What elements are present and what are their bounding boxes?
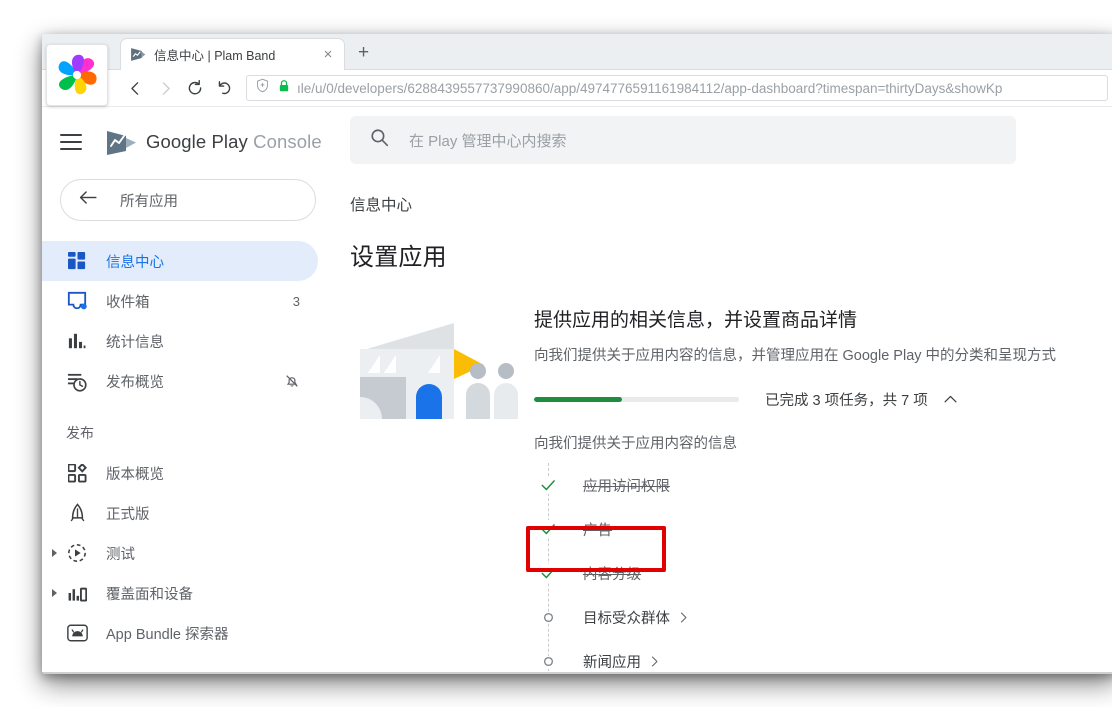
expand-arrow-icon[interactable] [48, 587, 60, 599]
task-row-content-rating[interactable]: 内容分级 [534, 551, 1112, 595]
inbox-icon [66, 291, 88, 311]
arrow-left-icon [79, 190, 98, 210]
dashboard-icon [66, 251, 88, 271]
sidebar-item-label: 收件箱 [106, 294, 150, 311]
sidebar-item-label: 信息中心 [106, 254, 164, 271]
task-label: 内容分级 [583, 566, 641, 583]
testing-icon [66, 543, 88, 563]
sidebar-item-app-bundle-explorer[interactable]: App Bundle 探索器 [42, 613, 318, 653]
brand-word-1: Google Play [146, 131, 248, 152]
chevron-right-icon [150, 73, 180, 103]
browser-tab[interactable]: 信息中心 | Plam Band × [120, 38, 345, 70]
undo-arrow-icon[interactable] [210, 73, 240, 103]
sidebar-item-label: App Bundle 探索器 [106, 626, 229, 643]
chevron-left-icon[interactable] [120, 73, 150, 103]
desktop-background: 信息中心 | Plam Band × + ıle/u/0/developers/… [0, 0, 1112, 707]
production-rocket-icon [66, 503, 88, 523]
sidebar-item-label: 统计信息 [106, 334, 164, 351]
check-icon [534, 520, 562, 538]
page-content: Google Play Console 所有应用 信息中心 收件箱 3 统计信息… [42, 107, 1112, 671]
play-console-favicon-icon [129, 46, 146, 63]
sidebar-item-inbox[interactable]: 收件箱 3 [42, 281, 318, 321]
sidebar-item-label: 测试 [106, 546, 135, 563]
bell-off-icon[interactable] [284, 373, 300, 389]
release-overview-icon [66, 463, 88, 483]
task-row[interactable]: 广告 [534, 507, 1112, 551]
main-content: 在 Play 管理中心内搜索 信息中心 设置应用 提供应用的相关信息，并设置商品… [332, 107, 1112, 671]
search-placeholder: 在 Play 管理中心内搜索 [409, 132, 567, 150]
progress-bar-track [534, 397, 739, 402]
brand-wordmark: Google Play Console [146, 131, 322, 153]
search-input[interactable]: 在 Play 管理中心内搜索 [350, 116, 1016, 164]
chevron-right-icon [677, 611, 690, 624]
sidebar-nav-list: 信息中心 收件箱 3 统计信息 发布概览 发布 版本概览 正式版 测试 覆盖面和… [42, 241, 332, 653]
breadcrumb[interactable]: 信息中心 [350, 193, 1112, 215]
sidebar-item-label: 版本概览 [106, 466, 164, 483]
progress-bar-fill [534, 397, 623, 402]
sidebar-item-production[interactable]: 正式版 [42, 493, 318, 533]
play-console-logo-icon [105, 129, 137, 155]
url-text: ıle/u/0/developers/6288439557737990860/a… [297, 80, 1003, 96]
sidebar-item-release-overview[interactable]: 版本概览 [42, 453, 318, 493]
sidebar-item-label: 覆盖面和设备 [106, 586, 193, 603]
tab-title: 信息中心 | Plam Band [154, 49, 276, 63]
sidebar-item-publishing-overview[interactable]: 发布概览 [42, 361, 318, 401]
progress-text: 已完成 3 项任务，共 7 项 [765, 393, 928, 409]
circle-icon [534, 655, 562, 667]
task-row[interactable]: 目标受众群体 [534, 595, 1112, 639]
close-icon[interactable]: × [320, 47, 336, 62]
address-bar[interactable]: ıle/u/0/developers/6288439557737990860/a… [246, 75, 1108, 101]
task-label: 目标受众群体 [583, 610, 670, 627]
expand-arrow-icon[interactable] [48, 547, 60, 559]
inbox-count-badge: 3 [292, 293, 300, 309]
progress-row: 已完成 3 项任务，共 7 项 [534, 389, 1112, 410]
reload-icon[interactable] [180, 73, 210, 103]
task-label: 广告 [583, 522, 612, 539]
page-title: 设置应用 [350, 244, 447, 271]
sidebar-item-label: 正式版 [106, 506, 150, 523]
shield-icon[interactable] [255, 78, 271, 98]
sidebar-item-reach-devices[interactable]: 覆盖面和设备 [42, 573, 318, 613]
sidebar-item-testing[interactable]: 测试 [42, 533, 318, 573]
hamburger-menu-icon[interactable] [60, 134, 82, 150]
browser-toolbar: ıle/u/0/developers/6288439557737990860/a… [42, 70, 1112, 107]
card-body: 提供应用的相关信息，并设置商品详情 向我们提供关于应用内容的信息，并管理应用在 … [534, 305, 1112, 671]
task-row[interactable]: 新闻应用 [534, 639, 1112, 671]
task-label: 新闻应用 [583, 654, 641, 671]
sidebar-item-statistics[interactable]: 统计信息 [42, 321, 318, 361]
task-label: 应用访问权限 [583, 478, 670, 495]
all-apps-button[interactable]: 所有应用 [60, 179, 316, 221]
app-bundle-explorer-icon [66, 624, 88, 642]
card-description: 向我们提供关于应用内容的信息，并管理应用在 Google Play 中的分类和呈… [534, 348, 1057, 364]
circle-icon [534, 611, 562, 623]
task-list: 应用访问权限 广告 内容分级 目标受众群体 新闻应用 [534, 463, 1112, 671]
setup-app-card: 提供应用的相关信息，并设置商品详情 向我们提供关于应用内容的信息，并管理应用在 … [350, 305, 1112, 671]
chevron-right-icon [648, 655, 661, 668]
reach-devices-icon [66, 584, 88, 602]
task-row[interactable]: 应用访问权限 [534, 463, 1112, 507]
sidebar-item-label: 发布概览 [106, 374, 164, 391]
publishing-overview-icon [66, 371, 88, 392]
tasks-heading: 向我们提供关于应用内容的信息 [534, 436, 737, 452]
search-icon [370, 128, 389, 152]
sidebar-section-label: 发布 [66, 425, 94, 441]
sidebar-brand-row: Google Play Console [42, 119, 332, 165]
browser-tab-strip: 信息中心 | Plam Band × + [42, 34, 1112, 106]
sidebar: Google Play Console 所有应用 信息中心 收件箱 3 统计信息… [42, 107, 332, 671]
brand-word-2: Console [253, 131, 322, 152]
store-front-illustration-icon [354, 311, 534, 421]
sidebar-item-dashboard[interactable]: 信息中心 [42, 241, 318, 281]
card-title: 提供应用的相关信息，并设置商品详情 [534, 310, 858, 331]
check-icon [534, 476, 562, 494]
chevron-up-icon[interactable] [942, 391, 959, 408]
all-apps-label: 所有应用 [120, 193, 178, 210]
browser-window: 信息中心 | Plam Band × + ıle/u/0/developers/… [42, 34, 1112, 672]
check-icon [534, 564, 562, 582]
lock-icon [278, 79, 290, 98]
statistics-bar-icon [66, 332, 88, 350]
pinwheel-browser-logo-icon[interactable] [46, 44, 108, 106]
new-tab-button[interactable]: + [358, 43, 369, 62]
